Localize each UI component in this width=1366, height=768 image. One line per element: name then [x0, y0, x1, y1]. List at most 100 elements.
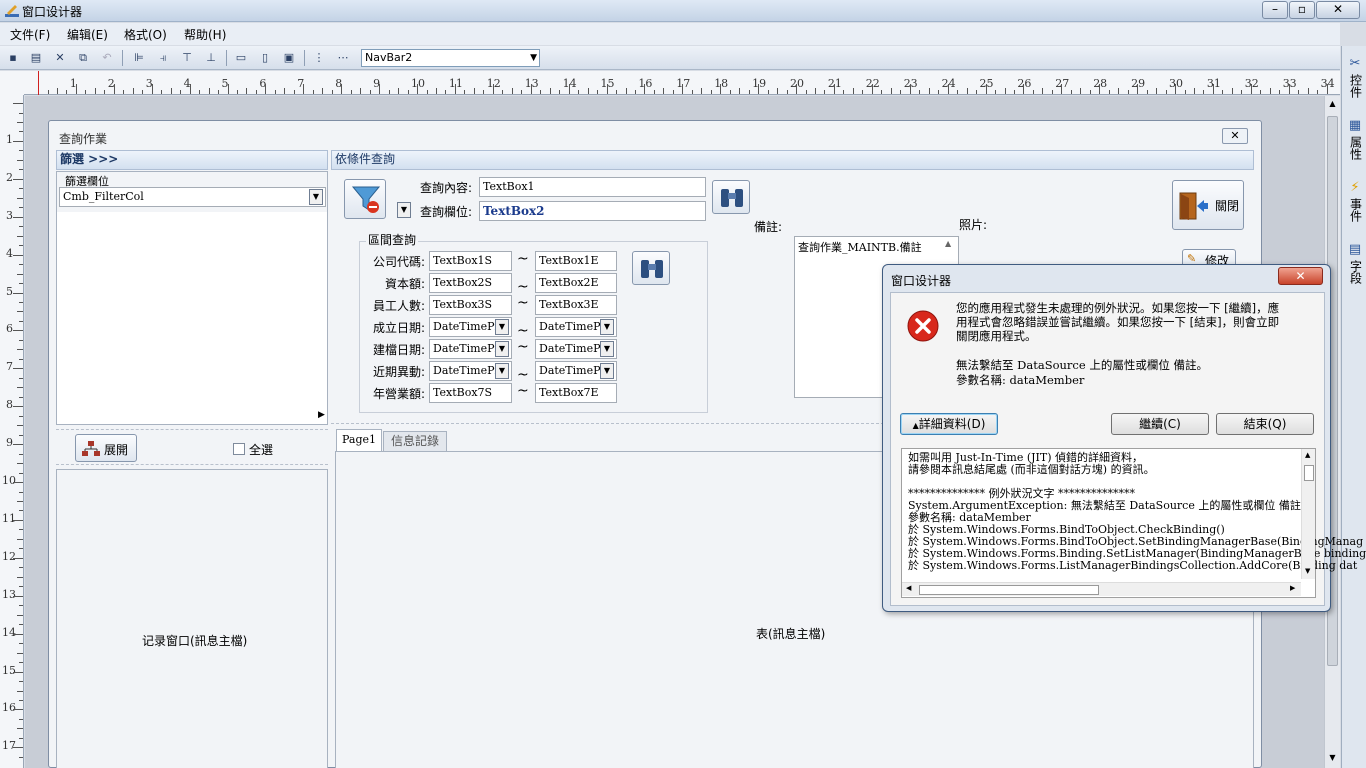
record-window[interactable]: 记录窗口(訊息主檔)	[56, 469, 328, 768]
range-from-input[interactable]: TextBox2S	[429, 273, 512, 293]
close-form-button[interactable]: 關閉	[1172, 180, 1244, 230]
continue-button[interactable]: 繼續(C)	[1111, 413, 1209, 435]
save-icon[interactable]: ▪	[5, 50, 21, 66]
maximize-button[interactable]: ▫	[1289, 1, 1315, 19]
align-left-icon[interactable]: ⊫	[131, 50, 147, 66]
same-height-icon[interactable]: ▯	[257, 50, 273, 66]
ruler-tick	[19, 567, 23, 569]
delete-icon[interactable]: ✕	[52, 50, 68, 66]
chevron-down-icon[interactable]: ▼	[495, 341, 509, 357]
range-from-input[interactable]: TextBox7S	[429, 383, 512, 403]
dialog-error-line: 無法繫結至 DataSource 上的屬性或欄位 備註。	[956, 358, 1208, 372]
details-line: 請參閱本訊息結尾處 (而非這個對話方塊) 的資訊。	[908, 463, 1155, 476]
ruler-number: 8	[6, 398, 13, 412]
chevron-down-icon: ▼	[530, 53, 537, 63]
quit-button[interactable]: 結束(Q)	[1216, 413, 1314, 435]
dock-properties[interactable]: ▦ 属性	[1344, 118, 1366, 164]
chevron-down-icon[interactable]: ▼	[309, 189, 323, 205]
chevron-down-icon[interactable]: ▼	[600, 319, 614, 335]
tab-page1[interactable]: Page1	[336, 429, 382, 451]
ruler-tick	[19, 472, 23, 474]
exception-dialog[interactable]: 窗口设计器 ✕ 您的應用程式發生未處理的例外狀況。如果您按一下 [繼續]，應 用…	[882, 264, 1366, 612]
ruler-tick	[142, 90, 144, 94]
details-horizontal-scrollbar[interactable]: ◀ ▶	[902, 582, 1301, 596]
expand-button[interactable]: 展開	[75, 434, 137, 462]
tools-icon: ✂	[1349, 56, 1361, 71]
dialog-close-button[interactable]: ✕	[1278, 267, 1323, 285]
horizontal-spacing-icon[interactable]: ⋯	[335, 50, 351, 66]
chevron-down-icon[interactable]: ▼	[495, 363, 509, 379]
dock-events[interactable]: ⚡ 事件	[1344, 180, 1366, 226]
range-to-input[interactable]: TextBox2E	[535, 273, 617, 293]
ruler-tick	[13, 178, 23, 180]
select-all-checkbox[interactable]	[233, 443, 245, 455]
exception-details-textbox[interactable]: 如需叫用 Just-In-Time (JIT) 偵錯的詳細資料， 請參閱本訊息結尾…	[901, 448, 1366, 598]
scroll-left-icon[interactable]: ◀	[906, 584, 911, 592]
align-bottom-icon[interactable]: ⊥	[203, 50, 219, 66]
range-to-input[interactable]: TextBox1E	[535, 251, 617, 271]
chevron-down-icon[interactable]: ▼	[495, 319, 509, 335]
filter-clear-button[interactable]	[344, 179, 386, 219]
same-size-icon[interactable]: ▣	[281, 50, 297, 66]
scroll-down-icon[interactable]: ▼	[1305, 567, 1310, 575]
menu-edit[interactable]: 编辑(E)	[67, 26, 108, 43]
ruler-tick	[19, 150, 23, 152]
scrollbar-thumb[interactable]	[919, 585, 1099, 595]
vertical-ruler: 1 2 3 4 5 6 7 8 9 10 11 12 13 14 15 16 17	[0, 95, 24, 768]
menu-format[interactable]: 格式(O)	[124, 26, 167, 43]
chevron-down-icon[interactable]: ▼	[600, 341, 614, 357]
query-content-input[interactable]: TextBox1	[479, 177, 706, 197]
range-from-input[interactable]: TextBox3S	[429, 295, 512, 315]
scrollbar-thumb[interactable]	[1304, 465, 1314, 481]
ruler-tick	[473, 88, 475, 94]
range-to-input[interactable]: TextBox3E	[535, 295, 617, 315]
chevron-down-icon[interactable]: ▼	[600, 363, 614, 379]
dock-fields[interactable]: ▤ 字段	[1344, 242, 1366, 288]
chevron-down-icon[interactable]: ▼	[397, 202, 411, 218]
ruler-number: 16	[2, 701, 16, 715]
scroll-up-icon[interactable]: ▲	[1305, 451, 1310, 459]
menu-help[interactable]: 帮助(H)	[184, 26, 226, 43]
ruler-tick	[900, 90, 902, 94]
ruler-tick	[1269, 88, 1271, 94]
ruler-number: 9	[6, 436, 13, 450]
ruler-tick	[862, 90, 864, 94]
minimize-button[interactable]: –	[1262, 1, 1288, 19]
play-arrow-icon[interactable]: ▶	[318, 410, 325, 420]
range-to-input[interactable]: TextBox7E	[535, 383, 617, 403]
query-column-value: TextBox2	[483, 204, 545, 218]
range-search-button[interactable]	[632, 251, 670, 285]
close-button[interactable]: ✕	[1316, 1, 1360, 19]
ruler-tick	[17, 235, 23, 237]
scroll-right-icon[interactable]: ▶	[1290, 584, 1295, 592]
save-all-icon[interactable]: ▤	[28, 50, 44, 66]
details-button[interactable]: ▲詳細資料(D)	[900, 413, 998, 435]
ruler-tick	[597, 90, 598, 94]
align-right-icon[interactable]: ⫣	[155, 50, 171, 66]
scroll-up-icon[interactable]: ▲	[1325, 96, 1340, 112]
ruler-tick	[1156, 88, 1157, 94]
align-top-icon[interactable]: ⊤	[179, 50, 195, 66]
range-from-input[interactable]: TextBox1S	[429, 251, 512, 271]
search-button[interactable]	[712, 180, 750, 214]
ruler-tick	[1023, 84, 1025, 94]
tab-info-records[interactable]: 信息記錄	[383, 431, 447, 451]
scroll-up-icon[interactable]: ▲	[945, 239, 951, 248]
ruler-tick	[19, 226, 23, 228]
scroll-down-icon[interactable]: ▼	[1325, 750, 1340, 766]
query-column-input[interactable]: TextBox2	[479, 201, 706, 221]
same-width-icon[interactable]: ▭	[233, 50, 249, 66]
object-selector-combo[interactable]: NavBar2 ▼	[361, 49, 540, 67]
menu-file[interactable]: 文件(F)	[10, 26, 50, 43]
ruler-tick	[47, 90, 49, 94]
ruler-tick	[19, 377, 23, 379]
undo-icon[interactable]: ↶	[99, 50, 115, 66]
copy-icon[interactable]: ⧉	[75, 50, 91, 66]
ruler-tick	[1004, 88, 1006, 94]
vertical-spacing-icon[interactable]: ⋮	[311, 50, 327, 66]
filter-column-combo[interactable]: Cmb_FilterCol	[59, 187, 326, 207]
dock-controls[interactable]: ✂ 控件	[1344, 56, 1366, 102]
ruler-tick	[19, 207, 23, 209]
details-vertical-scrollbar[interactable]: ▲ ▼	[1301, 449, 1315, 579]
form-close-icon[interactable]: ✕	[1222, 128, 1248, 144]
